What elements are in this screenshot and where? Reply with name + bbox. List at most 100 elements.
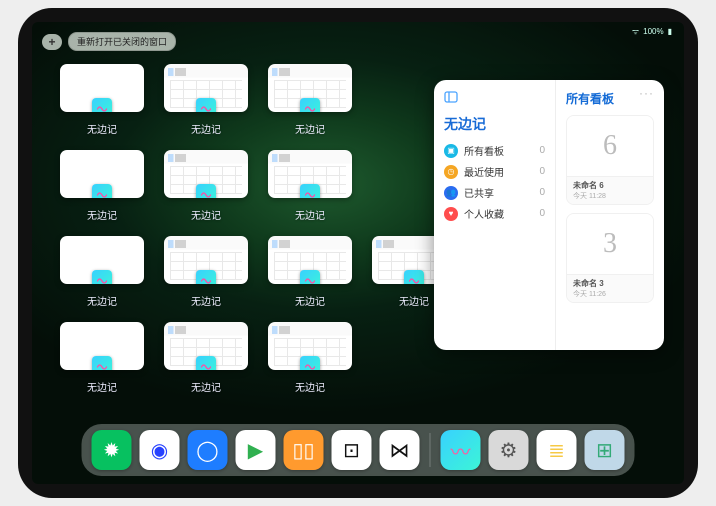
sidebar-title: 无边记 bbox=[444, 114, 545, 134]
battery-icon: ▮ bbox=[668, 27, 672, 36]
status-bar: ᯤ 100% ▮ bbox=[632, 26, 672, 37]
window-card[interactable]: 无边记 bbox=[164, 150, 248, 222]
window-card[interactable]: 无边记 bbox=[268, 64, 352, 136]
window-label: 无边记 bbox=[191, 379, 221, 394]
window-thumbnail bbox=[268, 236, 352, 284]
sidebar-toggle-icon[interactable] bbox=[444, 90, 458, 104]
window-label: 无边记 bbox=[295, 379, 325, 394]
dock-play-icon[interactable]: ▶ bbox=[236, 430, 276, 470]
freeform-icon bbox=[196, 270, 216, 284]
window-label: 无边记 bbox=[295, 293, 325, 308]
board-meta: 未命名 3今天 11:26 bbox=[567, 274, 653, 302]
window-thumbnail bbox=[60, 150, 144, 198]
category-icon: ◷ bbox=[444, 165, 458, 179]
board-date: 今天 11:28 bbox=[573, 191, 647, 201]
dock-apps-icon[interactable]: ⊞ bbox=[585, 430, 625, 470]
sidebar-item[interactable]: ♥个人收藏0 bbox=[444, 203, 545, 224]
category-count: 0 bbox=[539, 166, 545, 177]
window-card[interactable]: 无边记 bbox=[60, 64, 144, 136]
freeform-window[interactable]: 无边记 ▣所有看板0◷最近使用0👥已共享0♥个人收藏0 ··· 所有看板 6未命… bbox=[434, 80, 664, 350]
freeform-content: ··· 所有看板 6未命名 6今天 11:283未命名 3今天 11:26 bbox=[556, 80, 664, 350]
board-card[interactable]: 3未命名 3今天 11:26 bbox=[566, 213, 654, 303]
category-count: 0 bbox=[539, 145, 545, 156]
board-title: 未命名 6 bbox=[573, 180, 647, 191]
window-label: 无边记 bbox=[191, 293, 221, 308]
window-label: 无边记 bbox=[295, 121, 325, 136]
category-count: 0 bbox=[539, 208, 545, 219]
window-card[interactable]: 无边记 bbox=[268, 322, 352, 394]
board-card[interactable]: 6未命名 6今天 11:28 bbox=[566, 115, 654, 205]
window-thumbnail bbox=[60, 64, 144, 112]
window-thumbnail bbox=[164, 322, 248, 370]
sidebar-item[interactable]: ◷ 最近使用 0 bbox=[444, 161, 545, 182]
window-card[interactable]: 无边记 bbox=[164, 322, 248, 394]
window-label: 无边记 bbox=[87, 293, 117, 308]
window-thumbnail bbox=[60, 236, 144, 284]
freeform-icon bbox=[92, 98, 112, 112]
dock-wechat-icon[interactable]: ✹ bbox=[92, 430, 132, 470]
category-label: 所有看板 bbox=[464, 143, 504, 158]
window-thumbnail bbox=[268, 64, 352, 112]
screen: ᯤ 100% ▮ + 重新打开已关闭的窗口 无边记无边记无边记无边记无边记无边记… bbox=[32, 22, 684, 484]
category-label: 个人收藏 bbox=[464, 206, 504, 221]
window-label: 无边记 bbox=[87, 379, 117, 394]
window-thumbnail bbox=[60, 322, 144, 370]
category-count: 0 bbox=[539, 187, 545, 198]
window-thumbnail bbox=[268, 322, 352, 370]
window-card[interactable]: 无边记 bbox=[60, 322, 144, 394]
dock-qqbrowser-icon[interactable]: ◯ bbox=[188, 430, 228, 470]
dock-graph-icon[interactable]: ⋈ bbox=[380, 430, 420, 470]
window-thumbnail bbox=[164, 64, 248, 112]
new-window-button[interactable]: + bbox=[42, 34, 62, 50]
dock-freeform-icon[interactable]: 〰 bbox=[441, 430, 481, 470]
top-controls: + 重新打开已关闭的窗口 bbox=[42, 32, 176, 51]
window-card[interactable]: 无边记 bbox=[164, 236, 248, 308]
window-label: 无边记 bbox=[399, 293, 429, 308]
dock-dice-icon[interactable]: ⊡ bbox=[332, 430, 372, 470]
ipad-frame: ᯤ 100% ▮ + 重新打开已关闭的窗口 无边记无边记无边记无边记无边记无边记… bbox=[18, 8, 698, 498]
freeform-icon bbox=[196, 356, 216, 370]
sidebar-item[interactable]: ▣ 所有看板 0 bbox=[444, 140, 545, 161]
freeform-icon bbox=[196, 98, 216, 112]
board-meta: 未命名 6今天 11:28 bbox=[567, 176, 653, 204]
window-label: 无边记 bbox=[295, 207, 325, 222]
dock-settings-icon[interactable]: ⚙ bbox=[489, 430, 529, 470]
window-label: 无边记 bbox=[87, 207, 117, 222]
window-label: 无边记 bbox=[191, 207, 221, 222]
window-card[interactable]: 无边记 bbox=[60, 150, 144, 222]
freeform-sidebar: 无边记 ▣所有看板0◷最近使用0👥已共享0♥个人收藏0 bbox=[434, 80, 556, 350]
freeform-icon bbox=[92, 356, 112, 370]
dock: ✹◉◯▶▯▯⊡⋈ 〰⚙≣⊞ bbox=[82, 424, 635, 476]
board-preview: 3 bbox=[567, 214, 653, 274]
window-label: 无边记 bbox=[87, 121, 117, 136]
freeform-icon bbox=[404, 270, 424, 284]
freeform-icon bbox=[300, 98, 320, 112]
freeform-icon bbox=[300, 270, 320, 284]
category-icon: 👥 bbox=[444, 186, 458, 200]
window-card[interactable]: 无边记 bbox=[268, 150, 352, 222]
window-label: 无边记 bbox=[191, 121, 221, 136]
more-icon[interactable]: ··· bbox=[639, 86, 654, 100]
board-date: 今天 11:26 bbox=[573, 289, 647, 299]
dock-quark-icon[interactable]: ◉ bbox=[140, 430, 180, 470]
category-label: 已共享 bbox=[464, 185, 494, 200]
window-card[interactable]: 无边记 bbox=[164, 64, 248, 136]
window-thumbnail bbox=[268, 150, 352, 198]
wifi-icon: ᯤ bbox=[632, 26, 639, 37]
window-card[interactable]: 无边记 bbox=[60, 236, 144, 308]
window-thumbnail bbox=[164, 236, 248, 284]
freeform-icon bbox=[92, 270, 112, 284]
battery-label: 100% bbox=[643, 27, 663, 36]
category-label: 最近使用 bbox=[464, 164, 504, 179]
window-card[interactable]: 无边记 bbox=[268, 236, 352, 308]
reopen-closed-window-button[interactable]: 重新打开已关闭的窗口 bbox=[68, 32, 176, 51]
freeform-icon bbox=[196, 184, 216, 198]
dock-notes-icon[interactable]: ≣ bbox=[537, 430, 577, 470]
sidebar-item[interactable]: 👥 已共享 0 bbox=[444, 182, 545, 203]
freeform-icon bbox=[300, 356, 320, 370]
dock-books-icon[interactable]: ▯▯ bbox=[284, 430, 324, 470]
board-title: 未命名 3 bbox=[573, 278, 647, 289]
category-icon: ▣ bbox=[444, 144, 458, 158]
dock-separator bbox=[430, 433, 431, 467]
freeform-icon bbox=[92, 184, 112, 198]
